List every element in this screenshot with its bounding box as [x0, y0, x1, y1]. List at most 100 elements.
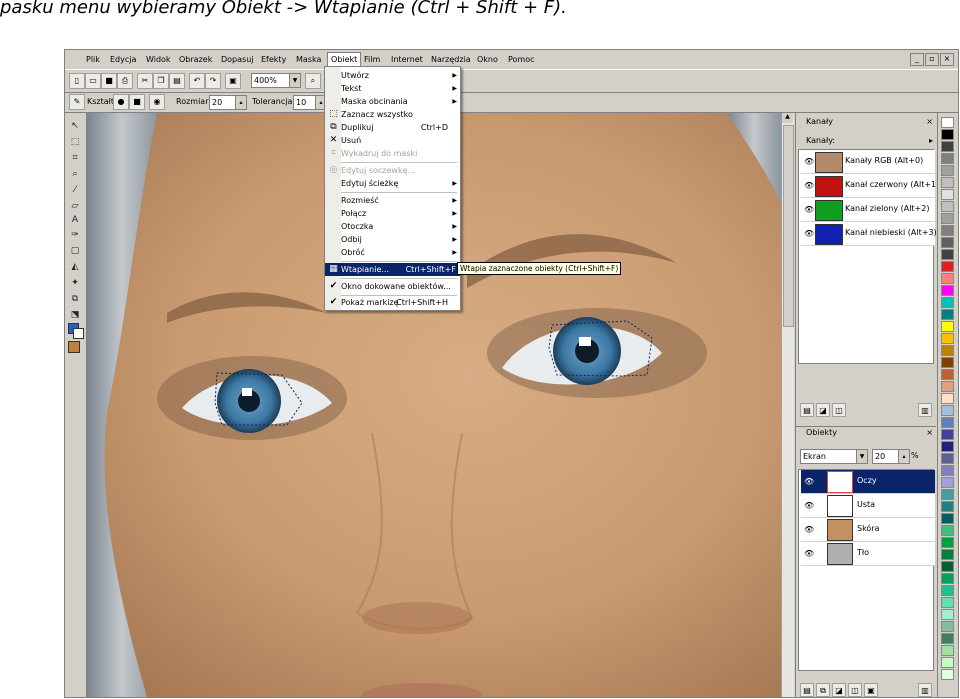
vertical-scrollbar[interactable]: ▲ — [781, 113, 794, 697]
palette-swatch[interactable] — [941, 141, 954, 152]
eye-icon[interactable]: 👁 — [804, 157, 814, 166]
palette-swatch[interactable] — [941, 321, 954, 332]
object-row[interactable]: 👁 Usta — [801, 494, 935, 518]
palette-swatch[interactable] — [941, 285, 954, 296]
square-shape-icon[interactable]: ■ — [129, 94, 145, 110]
menu-item-pokaz-markize[interactable]: ✔ Pokaż markizę Ctrl+Shift+H — [325, 296, 460, 309]
palette-swatch[interactable] — [941, 261, 954, 272]
palette-swatch[interactable] — [941, 153, 954, 164]
menu-item-okno-dokowane[interactable]: ✔ Okno dokowane obiektów... — [325, 280, 460, 293]
menu-plik[interactable]: Plik — [83, 53, 103, 66]
menu-item-utworz[interactable]: Utwórz ▶ — [325, 69, 460, 82]
eraser-icon[interactable]: ▱ — [68, 199, 82, 213]
close-button[interactable]: × — [940, 53, 954, 66]
palette-swatch[interactable] — [941, 357, 954, 368]
nib-icon[interactable]: ◉ — [149, 94, 165, 110]
eye-icon[interactable]: 👁 — [804, 549, 814, 558]
object-mask-icon[interactable]: ◪ — [832, 683, 846, 697]
merge-mode-select[interactable]: Ekran ▼ — [800, 449, 868, 464]
object-row[interactable]: 👁 Oczy — [801, 470, 935, 494]
retouch-icon[interactable]: ✑ — [68, 228, 82, 242]
open-folder-icon[interactable]: ▭ — [85, 73, 101, 89]
eye-icon[interactable]: 👁 — [804, 477, 814, 486]
zoom-combo[interactable]: 400% ▼ — [251, 73, 301, 88]
palette-swatch[interactable] — [941, 177, 954, 188]
eye-icon[interactable]: 👁 — [804, 501, 814, 510]
palette-swatch[interactable] — [941, 381, 954, 392]
minimize-button[interactable]: _ — [910, 53, 924, 66]
cut-icon[interactable]: ✂ — [137, 73, 153, 89]
opacity-input[interactable]: 20 ▴ — [872, 449, 910, 464]
palette-swatch[interactable] — [941, 129, 954, 140]
object-copy-icon[interactable]: ⧉ — [816, 683, 830, 697]
new-channel-icon[interactable]: ▤ — [800, 403, 814, 417]
menu-item-otoczka[interactable]: Otoczka ▶ — [325, 220, 460, 233]
palette-swatch[interactable] — [941, 573, 954, 584]
palette-swatch[interactable] — [941, 657, 954, 668]
menu-film[interactable]: Film — [361, 53, 383, 66]
palette-swatch[interactable] — [941, 249, 954, 260]
zoom-icon[interactable]: ⌕ — [305, 73, 321, 89]
fit-icon[interactable]: ▣ — [225, 73, 241, 89]
size-input[interactable]: 20 ▴ — [209, 95, 247, 110]
menu-internet[interactable]: Internet — [388, 53, 426, 66]
menu-item-wtapianie[interactable]: ▦ Wtapianie... Ctrl+Shift+F — [325, 263, 460, 276]
palette-swatch[interactable] — [941, 525, 954, 536]
palette-swatch[interactable] — [941, 213, 954, 224]
channel-mask-icon[interactable]: ◪ — [816, 403, 830, 417]
palette-swatch[interactable] — [941, 633, 954, 644]
palette-swatch[interactable] — [941, 597, 954, 608]
palette-swatch[interactable] — [941, 669, 954, 680]
palette-swatch[interactable] — [941, 465, 954, 476]
menu-obrazek[interactable]: Obrazek — [176, 53, 215, 66]
new-file-icon[interactable]: ▯ — [69, 73, 85, 89]
menu-okno[interactable]: Okno — [474, 53, 501, 66]
palette-swatch[interactable] — [941, 405, 954, 416]
menu-widok[interactable]: Widok — [143, 53, 174, 66]
palette-swatch[interactable] — [941, 441, 954, 452]
menu-item-maska-obcinania[interactable]: Maska obcinania ▶ — [325, 95, 460, 108]
scroll-thumb[interactable] — [783, 125, 794, 327]
fill-icon[interactable]: ◭ — [68, 260, 82, 274]
channel-row[interactable]: 👁 Kanał czerwony (Alt+1) — [801, 174, 939, 198]
channel-options-icon[interactable]: ◫ — [832, 403, 846, 417]
palette-swatch[interactable] — [941, 237, 954, 248]
text-tool-icon[interactable]: A — [68, 213, 82, 227]
eye-icon[interactable]: 👁 — [804, 229, 814, 238]
menu-item-odbij[interactable]: Odbij ▶ — [325, 233, 460, 246]
object-lock-icon[interactable]: ▣ — [864, 683, 878, 697]
channel-row[interactable]: 👁 Kanały RGB (Alt+0) — [801, 150, 935, 174]
palette-swatch[interactable] — [941, 333, 954, 344]
menu-edycja[interactable]: Edycja — [107, 53, 139, 66]
tolerance-input[interactable]: 10 ▴ — [293, 95, 327, 110]
palette-swatch[interactable] — [941, 585, 954, 596]
paper-color-swatch[interactable] — [68, 341, 80, 353]
scroll-up-icon[interactable]: ▲ — [782, 113, 793, 123]
trash-icon[interactable]: ▥ — [918, 403, 932, 417]
menu-item-polacz[interactable]: Połącz ▶ — [325, 207, 460, 220]
object-row[interactable]: 👁 Tło — [801, 542, 935, 566]
menu-item-usun[interactable]: ✕ Usuń — [325, 134, 460, 147]
print-icon[interactable]: ⎙ — [117, 73, 133, 89]
palette-swatch[interactable] — [941, 273, 954, 284]
palette-swatch[interactable] — [941, 561, 954, 572]
brush-tool-icon[interactable]: ✎ — [69, 94, 85, 110]
palette-swatch[interactable] — [941, 477, 954, 488]
object-row[interactable]: 👁 Skóra — [801, 518, 935, 542]
palette-swatch[interactable] — [941, 369, 954, 380]
palette-swatch[interactable] — [941, 345, 954, 356]
palette-swatch[interactable] — [941, 501, 954, 512]
menu-obiekt[interactable]: Obiekt — [327, 52, 362, 66]
eye-icon[interactable]: 👁 — [804, 525, 814, 534]
trash-icon[interactable]: ▥ — [918, 683, 932, 697]
background-color-swatch[interactable] — [73, 328, 84, 339]
palette-swatch[interactable] — [941, 201, 954, 212]
palette-swatch[interactable] — [941, 165, 954, 176]
close-icon[interactable]: × — [926, 116, 933, 128]
menu-dopasuj[interactable]: Dopasuj — [218, 53, 257, 66]
palette-swatch[interactable] — [941, 621, 954, 632]
undo-icon[interactable]: ↶ — [189, 73, 205, 89]
menu-item-zaznacz-wszystko[interactable]: ⬚ Zaznacz wszystko — [325, 108, 460, 121]
triangle-right-icon[interactable]: ▸ — [929, 135, 933, 147]
palette-swatch[interactable] — [941, 453, 954, 464]
